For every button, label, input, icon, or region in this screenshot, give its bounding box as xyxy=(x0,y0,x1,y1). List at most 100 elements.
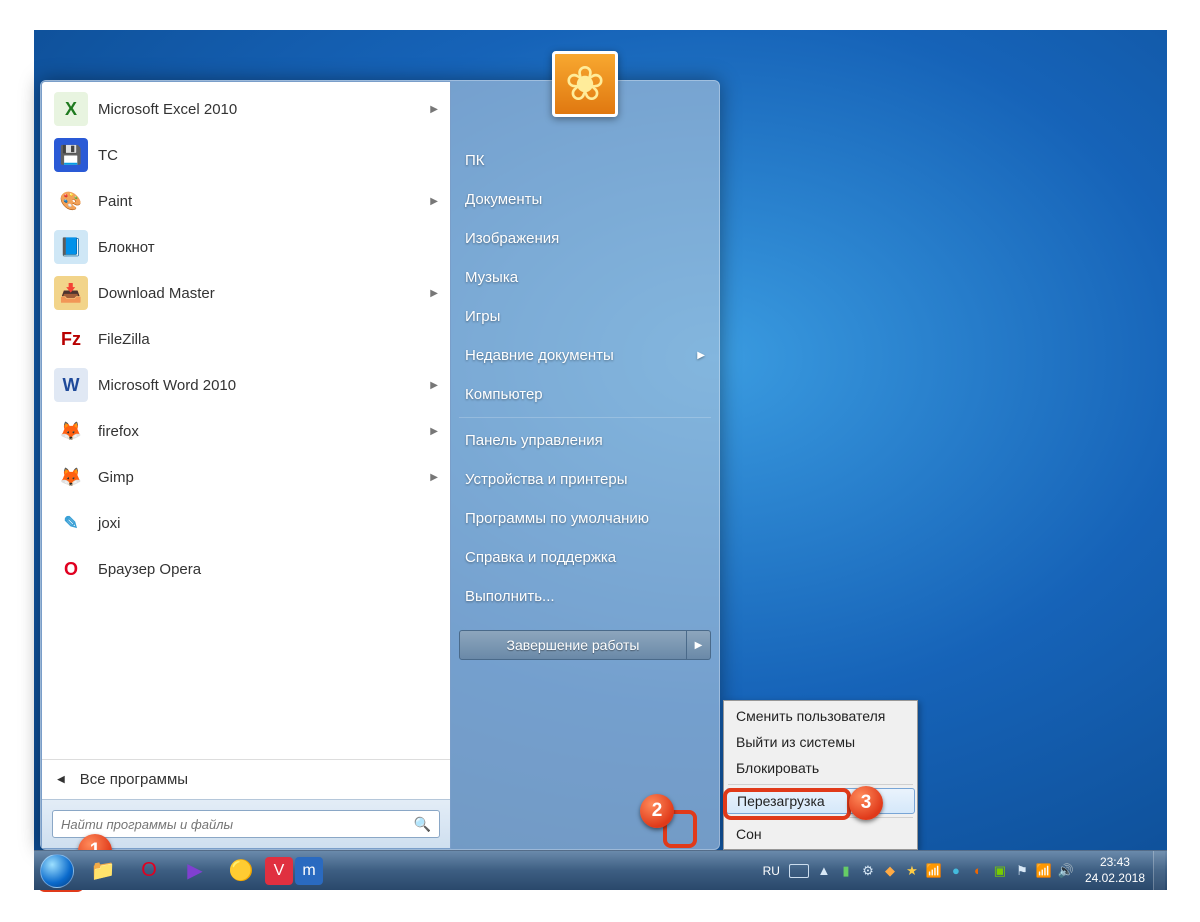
submenu-label: Сменить пользователя xyxy=(736,708,885,724)
submenu-label: Выйти из системы xyxy=(736,734,855,750)
right-pane-label: Устройства и принтеры xyxy=(465,471,627,488)
program-icon: 💾 xyxy=(54,138,88,172)
program-item[interactable]: 💾 TC xyxy=(46,132,446,178)
shutdown-label: Завершение работы xyxy=(507,637,640,653)
right-pane-item[interactable]: Изображения xyxy=(451,219,719,258)
right-pane-label: ПК xyxy=(465,152,485,169)
right-pane-label: Панель управления xyxy=(465,432,603,449)
submenu-label: Сон xyxy=(736,826,762,842)
program-item[interactable]: O Браузер Opera xyxy=(46,546,446,592)
right-pane-label: Программы по умолчанию xyxy=(465,510,649,527)
all-programs-label: Все программы xyxy=(80,771,188,788)
shutdown-row: Завершение работы ▶ xyxy=(459,630,711,660)
show-desktop-button[interactable] xyxy=(1153,851,1165,891)
windows-orb-icon xyxy=(40,854,74,888)
right-pane-item[interactable]: Устройства и принтеры xyxy=(451,460,719,499)
program-item[interactable]: 🦊 firefox ▶ xyxy=(46,408,446,454)
program-item[interactable]: 🎨 Paint ▶ xyxy=(46,178,446,224)
tray-app-icon[interactable]: ▮ xyxy=(837,862,855,880)
right-pane-label: Документы xyxy=(465,191,542,208)
right-pane-label: Выполнить... xyxy=(465,588,555,605)
submenu-item[interactable]: Блокировать xyxy=(726,755,915,781)
taskbar-pin-opera[interactable]: O xyxy=(127,853,171,889)
program-label: Download Master xyxy=(98,285,430,302)
taskbar-pin-vivaldi[interactable]: V xyxy=(265,857,293,885)
flyout-arrow-icon: ▶ xyxy=(430,196,438,207)
tray-app-icon[interactable]: ● xyxy=(947,862,965,880)
program-icon: X xyxy=(54,92,88,126)
program-item[interactable]: Fz FileZilla xyxy=(46,316,446,362)
arrow-right-icon: ▶ xyxy=(57,774,65,785)
tray-show-hidden-icon[interactable]: ▲ xyxy=(815,862,833,880)
right-pane-item[interactable]: Музыка xyxy=(451,258,719,297)
taskbar-pin-media[interactable]: ▶ xyxy=(173,853,217,889)
keyboard-icon[interactable] xyxy=(789,864,809,878)
programs-list: X Microsoft Excel 2010 ▶💾 TC 🎨 Paint ▶📘 … xyxy=(42,82,450,759)
callout-3-badge: 3 xyxy=(849,786,883,820)
tray-network-icon[interactable]: 📶 xyxy=(925,862,943,880)
search-box[interactable]: 🔍 xyxy=(52,810,440,838)
clock-time: 23:43 xyxy=(1085,855,1145,871)
start-menu-left-pane: X Microsoft Excel 2010 ▶💾 TC 🎨 Paint ▶📘 … xyxy=(41,81,451,849)
right-pane-label: Справка и поддержка xyxy=(465,549,616,566)
program-item[interactable]: 🦊 Gimp ▶ xyxy=(46,454,446,500)
program-label: Gimp xyxy=(98,469,430,486)
start-button[interactable] xyxy=(34,851,80,891)
submenu-item[interactable]: Сменить пользователя xyxy=(726,703,915,729)
program-item[interactable]: 📥 Download Master ▶ xyxy=(46,270,446,316)
callout-2-badge: 2 xyxy=(640,794,674,828)
right-pane-item[interactable]: Игры xyxy=(451,297,719,336)
right-pane-item[interactable]: Документы xyxy=(451,180,719,219)
tray-network-icon[interactable]: 📶 xyxy=(1035,862,1053,880)
start-menu: X Microsoft Excel 2010 ▶💾 TC 🎨 Paint ▶📘 … xyxy=(40,80,720,850)
right-pane-label: Недавние документы xyxy=(465,347,614,364)
desktop: X Microsoft Excel 2010 ▶💾 TC 🎨 Paint ▶📘 … xyxy=(34,30,1167,890)
right-pane-item[interactable]: Программы по умолчанию xyxy=(451,499,719,538)
program-label: Блокнот xyxy=(98,239,438,256)
program-item[interactable]: W Microsoft Word 2010 ▶ xyxy=(46,362,446,408)
program-icon: O xyxy=(54,552,88,586)
program-icon: ✎ xyxy=(54,506,88,540)
program-icon: W xyxy=(54,368,88,402)
flyout-arrow-icon: ▶ xyxy=(430,426,438,437)
program-item[interactable]: ✎ joxi xyxy=(46,500,446,546)
right-pane-label: Игры xyxy=(465,308,500,325)
program-icon: 🦊 xyxy=(54,460,88,494)
shutdown-submenu: Сменить пользователя Выйти из системы Блок… xyxy=(723,700,918,850)
program-label: TC xyxy=(98,147,438,164)
right-pane-item[interactable]: Панель управления xyxy=(451,421,719,460)
program-icon: 🦊 xyxy=(54,414,88,448)
right-pane-item[interactable]: ПК xyxy=(451,141,719,180)
taskbar-pin-chrome[interactable]: 🟡 xyxy=(219,853,263,889)
tray-volume-icon[interactable]: 🔊 xyxy=(1057,862,1075,880)
program-item[interactable]: 📘 Блокнот xyxy=(46,224,446,270)
taskbar-pin-maxthon[interactable]: m xyxy=(295,857,323,885)
right-pane-item[interactable]: Компьютер xyxy=(451,375,719,414)
tray-app-icon[interactable]: ◐ xyxy=(969,862,987,880)
search-input[interactable] xyxy=(61,817,414,832)
tray-app-icon[interactable]: ◆ xyxy=(881,862,899,880)
user-picture[interactable] xyxy=(552,51,618,117)
clock[interactable]: 23:43 24.02.2018 xyxy=(1077,855,1153,886)
submenu-item[interactable]: Сон xyxy=(726,821,915,847)
program-label: firefox xyxy=(98,423,430,440)
shutdown-options-arrow[interactable]: ▶ xyxy=(687,630,711,660)
language-indicator[interactable]: RU xyxy=(758,864,785,878)
tray-app-icon[interactable]: ⚙ xyxy=(859,862,877,880)
tray-gpu-icon[interactable]: ▣ xyxy=(991,862,1009,880)
all-programs-button[interactable]: ▶ Все программы xyxy=(42,759,450,799)
right-pane-item[interactable]: Справка и поддержка xyxy=(451,538,719,577)
right-pane-item[interactable]: Выполнить... xyxy=(451,577,719,616)
start-menu-right-pane: ПК Документы Изображения Музыка Игры Недавние… xyxy=(451,81,719,849)
program-item[interactable]: X Microsoft Excel 2010 ▶ xyxy=(46,86,446,132)
right-pane-label: Музыка xyxy=(465,269,518,286)
shutdown-button[interactable]: Завершение работы xyxy=(459,630,687,660)
flyout-arrow-icon: ▶ xyxy=(430,380,438,391)
tray-app-icon[interactable]: ★ xyxy=(903,862,921,880)
program-icon: 📥 xyxy=(54,276,88,310)
program-label: Microsoft Word 2010 xyxy=(98,377,430,394)
taskbar-pin-explorer[interactable]: 📁 xyxy=(81,853,125,889)
tray-action-center-icon[interactable]: ⚑ xyxy=(1013,862,1031,880)
right-pane-item[interactable]: Недавние документы▶ xyxy=(451,336,719,375)
submenu-item[interactable]: Выйти из системы xyxy=(726,729,915,755)
